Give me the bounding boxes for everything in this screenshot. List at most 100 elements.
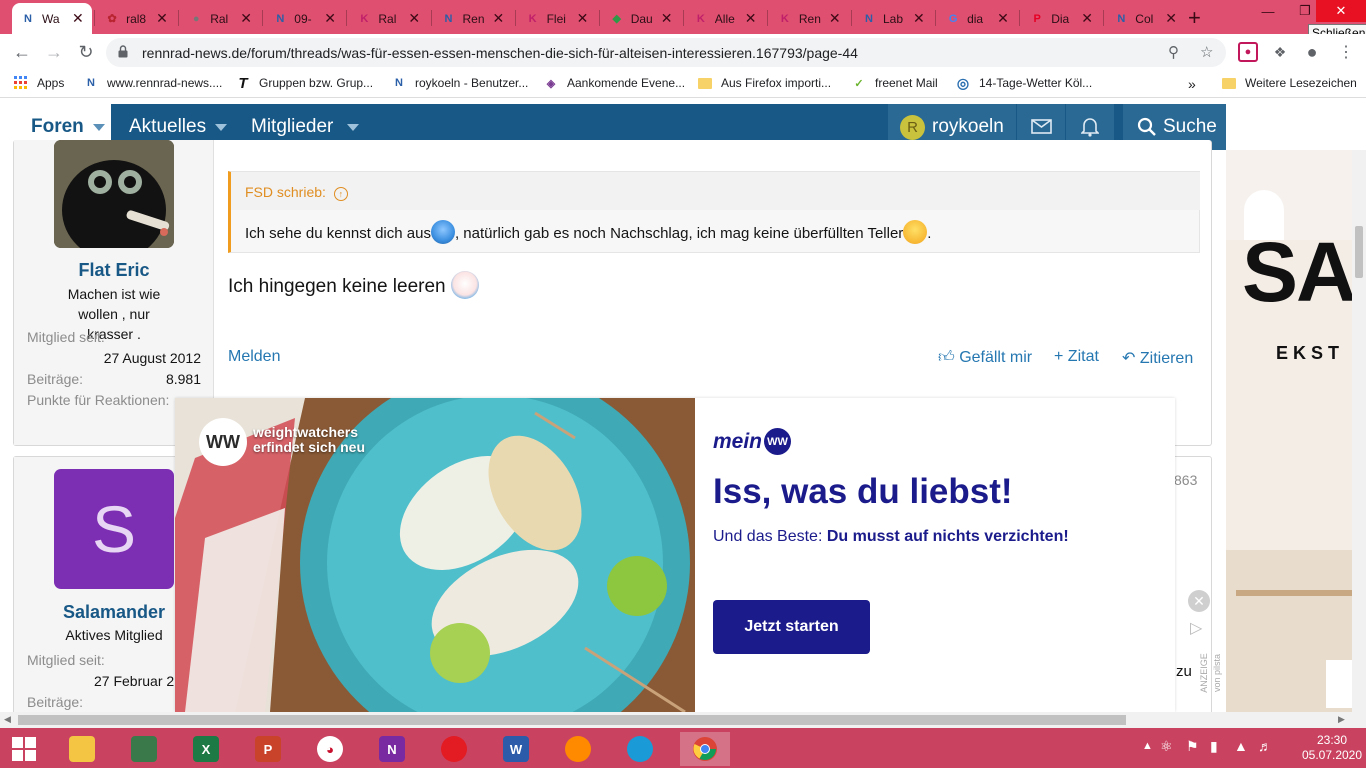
taskbar-excel[interactable]: X [184,732,228,766]
taskbar-file-explorer[interactable] [60,732,104,766]
multiquote-button[interactable]: + Zitat [1054,348,1099,366]
browser-toolbar: ← → ↻ rennrad-news.de/forum/threads/was-… [0,34,1366,70]
close-tab-icon[interactable]: ✕ [240,10,252,27]
battery-icon[interactable]: ▮ [1210,738,1218,755]
bookmark-gruppen[interactable]: T Gruppen bzw. Grup... [236,75,373,92]
tray-expand-icon[interactable]: ▲ [1142,740,1153,752]
close-tab-icon[interactable]: ✕ [829,10,841,27]
forward-icon[interactable]: → [42,40,66,64]
back-icon[interactable]: ← [10,40,34,64]
close-tab-icon[interactable]: ✕ [745,10,757,27]
advertisement-banner[interactable]: WW weightwatchers erfindet sich neu mein… [175,398,1175,712]
scrollbar-thumb[interactable] [1355,226,1363,278]
bookmark-wetter[interactable]: ◎ 14-Tage-Wetter Köl... [956,75,1092,91]
like-button[interactable]: 👍︎ Gefällt mir [938,348,1032,367]
taskbar-onenote[interactable]: N [370,732,414,766]
nav-tab-aktuelles[interactable]: Aktuelles [129,116,206,138]
browser-tab[interactable]: ✿ ral8 ✕ [96,3,176,34]
browser-tab[interactable]: ● Ral ✕ [180,3,260,34]
taskbar-chrome[interactable] [680,732,730,766]
close-tab-icon[interactable]: ✕ [577,10,589,27]
taskbar-word[interactable]: W [494,732,538,766]
zoom-icon[interactable]: ⚲ [1168,43,1179,61]
chevron-down-icon[interactable] [93,124,105,131]
menu-icon[interactable]: ⋮ [1336,42,1356,62]
chevron-down-icon[interactable] [215,124,227,131]
close-tab-icon[interactable]: ✕ [1165,10,1177,27]
chrome-icon [693,737,717,761]
taskbar-app-2[interactable] [122,732,166,766]
browser-tab[interactable]: N Ren ✕ [433,3,513,34]
close-tab-icon[interactable]: ✕ [661,10,673,27]
profile-icon[interactable]: ● [1302,42,1322,62]
close-ad-icon[interactable]: ✕ [1188,590,1210,612]
puzzle-icon[interactable]: ❖ [1270,42,1290,62]
browser-tab[interactable]: N 09- ✕ [264,3,344,34]
other-bookmarks-folder[interactable]: Weitere Lesezeichen [1222,76,1357,90]
bookmark-freenet[interactable]: ✓ freenet Mail [852,76,937,90]
bookmark-star-icon[interactable]: ☆ [1200,43,1213,61]
close-tab-icon[interactable]: ✕ [1081,10,1093,27]
browser-tab[interactable]: K Ral ✕ [348,3,428,34]
bookmark-firefox-folder[interactable]: Aus Firefox importi... [698,76,831,90]
close-tab-icon[interactable]: ✕ [997,10,1009,27]
close-window-button[interactable]: ✕ [1316,0,1366,22]
volume-icon[interactable]: ♬ [1258,738,1272,754]
close-tab-icon[interactable]: ✕ [408,10,420,27]
scroll-left-icon[interactable]: ◀ [4,714,11,725]
reply-quote-button[interactable]: ↶ Zitieren [1122,348,1193,368]
chevron-down-icon[interactable] [347,124,359,131]
bookmark-aankomende[interactable]: ◈ Aankomende Evene... [544,76,685,90]
close-tab-icon[interactable]: ✕ [493,10,505,27]
flag-icon[interactable]: ⚑ [1186,738,1199,755]
sidebar-advertisement[interactable]: SA EKST [1226,150,1352,712]
extension-icon[interactable]: ● [1238,42,1258,62]
report-link[interactable]: Melden [228,348,280,366]
close-tab-icon[interactable]: ✕ [324,10,336,27]
browser-tab[interactable]: N Lab ✕ [853,3,933,34]
taskbar-powerpoint[interactable]: P [246,732,290,766]
close-tab-icon[interactable]: ✕ [913,10,925,27]
close-tab-icon[interactable]: ✕ [72,10,84,27]
vertical-scrollbar[interactable] [1352,150,1366,712]
bookmark-rennrad[interactable]: N www.rennrad-news.... [84,76,222,90]
browser-tab[interactable]: Gdia ✕ [937,3,1017,34]
close-tab-icon[interactable]: ✕ [156,10,168,27]
start-button[interactable] [2,732,46,766]
bookmarks-overflow-button[interactable]: » [1188,76,1196,92]
post-number[interactable]: 863 [1174,472,1197,488]
arrow-up-circle-icon[interactable]: ↑ [333,187,348,201]
new-tab-button[interactable]: + [1188,5,1201,31]
ad-cta-button[interactable]: Jetzt starten [713,600,870,654]
avatar[interactable] [54,140,174,248]
ad-choices-icon[interactable]: ▷ [1190,618,1202,638]
scroll-right-icon[interactable]: ▶ [1338,714,1345,725]
avatar[interactable]: S [54,469,174,589]
quote-header[interactable]: FSD schrieb: ↑ [231,172,1200,210]
url-text[interactable]: rennrad-news.de/forum/threads/was-für-es… [142,45,858,61]
horizontal-scrollbar[interactable]: ◀ ▶ [0,712,1366,728]
minimize-button[interactable]: — [1248,0,1288,22]
bookmark-apps[interactable]: Apps [14,76,64,90]
tray-app-icon[interactable]: ⚛ [1160,738,1173,755]
taskbar-speedometer[interactable]: ◕ [308,732,352,766]
taskbar-firefox[interactable] [556,732,600,766]
nav-tab-mitglieder[interactable]: Mitglieder [251,116,333,138]
taskbar-red-app[interactable] [432,732,476,766]
browser-tab[interactable]: ◆ Dau ✕ [601,3,681,34]
network-icon[interactable]: ▲ [1234,738,1248,754]
taskbar-edge[interactable] [618,732,662,766]
scrollbar-thumb[interactable] [18,715,1126,725]
system-clock[interactable]: 23:30 05.07.2020 [1300,733,1364,763]
browser-tab[interactable]: N Col ✕ [1105,3,1185,34]
browser-tab[interactable]: P Dia ✕ [1021,3,1101,34]
bookmark-roykoeln[interactable]: N roykoeln - Benutzer... [392,76,528,90]
address-bar[interactable]: rennrad-news.de/forum/threads/was-für-es… [106,38,1226,67]
reload-icon[interactable]: ↻ [74,40,98,64]
username-link[interactable]: Flat Eric [14,260,214,281]
browser-tab[interactable]: N Wa ✕ [12,3,92,34]
browser-tab[interactable]: K Alle ✕ [685,3,765,34]
quote-author[interactable]: FSD schrieb: ↑ [245,184,348,201]
browser-tab[interactable]: K Ren ✕ [769,3,849,34]
browser-tab[interactable]: K Flei ✕ [517,3,597,34]
